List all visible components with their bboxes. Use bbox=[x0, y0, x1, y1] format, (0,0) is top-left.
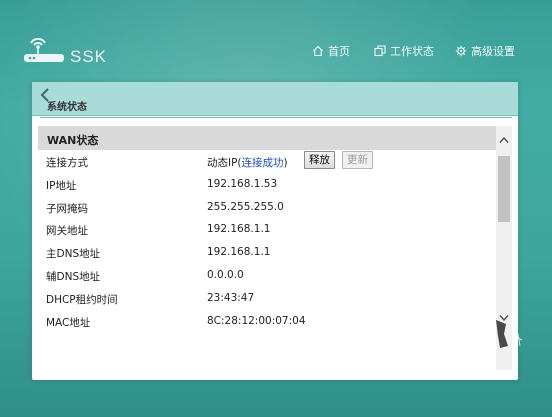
table-row: 主DNS地址 192.168.1.1 bbox=[38, 241, 496, 264]
renew-button[interactable]: 更新 bbox=[342, 151, 373, 169]
table-row: MAC地址 8C:28:12:00:07:04 bbox=[38, 310, 496, 333]
secondary-dns-value: 0.0.0.0 bbox=[207, 268, 244, 281]
wan-section-header: WAN状态 bbox=[38, 126, 512, 150]
table-row: 连接方式 动态IP(连接成功) 释放 更新 bbox=[38, 150, 496, 173]
subnet-mask-label: 子网掩码 bbox=[46, 202, 88, 215]
table-row: DHCP租约时间 23:43:47 bbox=[38, 287, 496, 310]
mac-address-label: MAC地址 bbox=[46, 316, 91, 329]
header-divider bbox=[40, 117, 512, 118]
nav-work-status[interactable]: 工作状态 bbox=[374, 43, 434, 59]
nav-home[interactable]: 首页 bbox=[312, 43, 350, 59]
gateway-value: 192.168.1.1 bbox=[207, 223, 271, 236]
wan-status-table: 连接方式 动态IP(连接成功) 释放 更新 IP地址 192.168.1.53 … bbox=[38, 150, 496, 332]
status-scroll-area[interactable]: WAN状态 连接方式 动态IP(连接成功) 释放 更新 IP地址 192.168… bbox=[38, 126, 512, 370]
ip-address-value: 192.168.1.53 bbox=[207, 177, 278, 190]
brand-logo: SSK bbox=[22, 34, 122, 68]
table-row: 网关地址 192.168.1.1 bbox=[38, 218, 496, 241]
brand-name: SSK bbox=[70, 47, 108, 66]
gateway-label: 网关地址 bbox=[46, 225, 88, 238]
table-row: 子网掩码 255.255.255.0 bbox=[38, 196, 496, 219]
nav-home-label: 首页 bbox=[328, 45, 350, 58]
router-antenna-icon bbox=[24, 37, 64, 62]
nav-advanced-settings[interactable]: 高级设置 bbox=[455, 43, 515, 59]
connection-type-text: 动态IP( bbox=[207, 157, 242, 169]
release-button[interactable]: 释放 bbox=[304, 151, 335, 169]
wan-section-title: WAN状态 bbox=[47, 134, 99, 147]
connection-type-suffix: ) bbox=[283, 157, 288, 169]
system-status-panel: 系统状态 WAN状态 连接方式 动态IP(连接成功) 释放 更新 IP地址 19… bbox=[32, 82, 518, 380]
home-icon bbox=[313, 45, 323, 57]
secondary-dns-label: 辅DNS地址 bbox=[46, 270, 101, 283]
connection-type-label: 连接方式 bbox=[46, 157, 88, 169]
gear-icon bbox=[455, 45, 467, 57]
connection-type-value: 动态IP(连接成功) bbox=[207, 155, 288, 170]
dhcp-lease-label: DHCP租约时间 bbox=[46, 293, 118, 306]
scrollbar-thumb[interactable] bbox=[498, 156, 510, 222]
table-row: IP地址 192.168.1.53 bbox=[38, 173, 496, 196]
table-row: 辅DNS地址 0.0.0.0 bbox=[38, 264, 496, 287]
ip-address-label: IP地址 bbox=[46, 179, 77, 192]
subnet-mask-value: 255.255.255.0 bbox=[207, 200, 284, 213]
mac-address-value: 8C:28:12:00:07:04 bbox=[207, 314, 306, 327]
connection-status-link[interactable]: 连接成功 bbox=[242, 157, 284, 169]
panel-header: 系统状态 bbox=[32, 82, 518, 116]
nav-advanced-settings-label: 高级设置 bbox=[471, 45, 515, 58]
status-window-icon bbox=[374, 45, 386, 57]
dhcp-lease-value: 23:43:47 bbox=[207, 291, 255, 304]
panel-title: 系统状态 bbox=[47, 102, 87, 113]
mouse-cursor-icon bbox=[496, 320, 523, 348]
primary-dns-label: 主DNS地址 bbox=[46, 248, 101, 261]
nav-work-status-label: 工作状态 bbox=[390, 45, 434, 58]
chevron-up-icon[interactable] bbox=[499, 136, 509, 144]
primary-dns-value: 192.168.1.1 bbox=[207, 246, 271, 259]
